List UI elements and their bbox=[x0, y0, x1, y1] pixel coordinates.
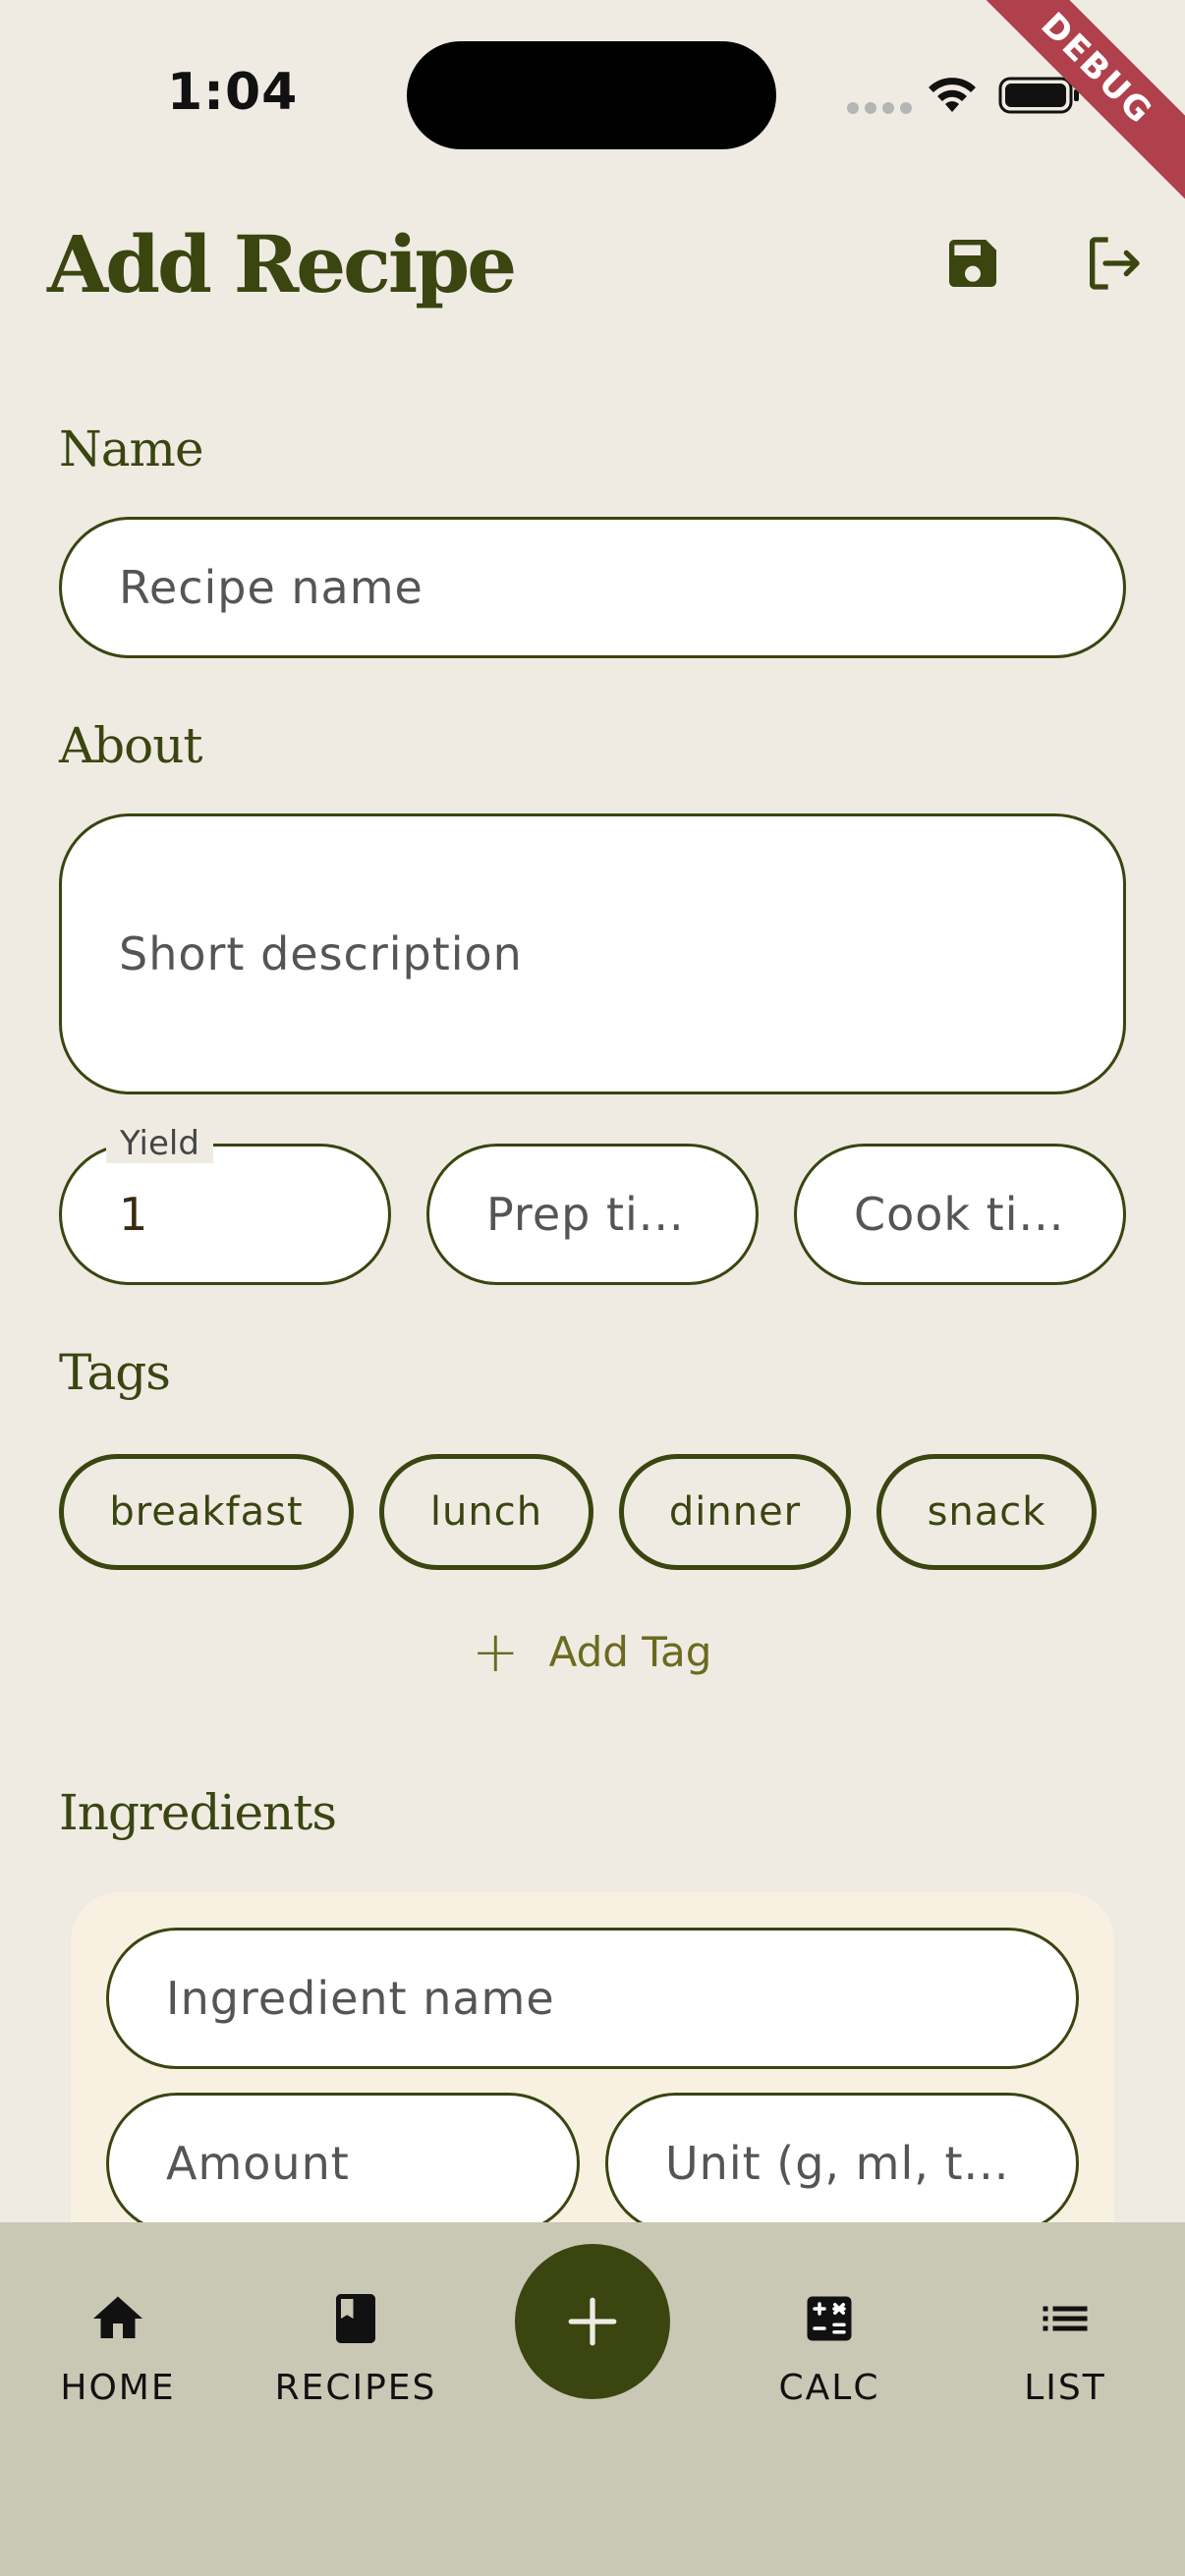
amount-input[interactable]: Amount bbox=[106, 2093, 580, 2234]
wifi-icon bbox=[929, 78, 976, 112]
tag-chip-snack[interactable]: snack bbox=[876, 1454, 1097, 1570]
calculator-icon bbox=[807, 2296, 852, 2341]
tag-chip-dinner[interactable]: dinner bbox=[619, 1454, 851, 1570]
list-icon bbox=[1043, 2306, 1088, 2331]
book-icon bbox=[336, 2294, 375, 2343]
nav-item-list[interactable]: LIST bbox=[967, 2289, 1163, 2408]
add-tag-label: Add Tag bbox=[548, 1627, 712, 1676]
ingredient-name-input[interactable]: Ingredient name bbox=[106, 1928, 1079, 2069]
status-time: 1:04 bbox=[167, 63, 299, 122]
name-label: Name bbox=[59, 420, 204, 477]
plus-icon: + bbox=[472, 1618, 520, 1685]
tag-chip-breakfast[interactable]: breakfast bbox=[59, 1454, 354, 1570]
nav-item-home[interactable]: HOME bbox=[20, 2289, 216, 2408]
add-tag-button[interactable]: + Add Tag bbox=[472, 1623, 711, 1680]
cook-time-input[interactable]: Cook ti... bbox=[794, 1144, 1126, 1285]
about-label: About bbox=[59, 717, 203, 774]
nav-label-home: HOME bbox=[60, 2368, 176, 2408]
nav-label-calc: CALC bbox=[778, 2368, 880, 2408]
logout-icon[interactable] bbox=[1081, 232, 1146, 295]
cook-time-placeholder: Cook ti... bbox=[854, 1188, 1065, 1241]
nav-label-list: LIST bbox=[1024, 2368, 1106, 2408]
dynamic-island bbox=[407, 41, 776, 149]
unit-placeholder: Unit (g, ml, t... bbox=[665, 2137, 1010, 2190]
yield-label: Yield bbox=[106, 1124, 213, 1163]
page-title: Add Recipe bbox=[47, 218, 517, 310]
amount-placeholder: Amount bbox=[166, 2137, 350, 2190]
tags-label: Tags bbox=[59, 1344, 171, 1401]
ingredient-name-placeholder: Ingredient name bbox=[166, 1972, 555, 2025]
home-icon bbox=[93, 2296, 142, 2338]
yield-value: 1 bbox=[119, 1188, 149, 1241]
prep-time-input[interactable]: Prep ti... bbox=[426, 1144, 759, 1285]
description-input[interactable]: Short description bbox=[59, 813, 1126, 1094]
prep-time-placeholder: Prep ti... bbox=[486, 1188, 685, 1241]
save-icon[interactable] bbox=[941, 232, 1004, 295]
cellular-signal-icon bbox=[847, 102, 912, 114]
recipe-name-input[interactable]: Recipe name bbox=[59, 517, 1126, 658]
ingredients-label: Ingredients bbox=[59, 1784, 337, 1841]
nav-item-recipes[interactable]: RECIPES bbox=[257, 2289, 454, 2408]
tag-chip-lunch[interactable]: lunch bbox=[379, 1454, 593, 1570]
nav-label-recipes: RECIPES bbox=[274, 2368, 437, 2408]
plus-icon bbox=[568, 2297, 617, 2346]
yield-input[interactable]: 1 bbox=[59, 1144, 391, 1285]
recipe-name-placeholder: Recipe name bbox=[119, 561, 423, 614]
add-recipe-fab[interactable] bbox=[515, 2244, 670, 2399]
unit-input[interactable]: Unit (g, ml, t... bbox=[605, 2093, 1079, 2234]
nav-item-calc[interactable]: CALC bbox=[731, 2289, 928, 2408]
description-placeholder: Short description bbox=[119, 927, 523, 980]
